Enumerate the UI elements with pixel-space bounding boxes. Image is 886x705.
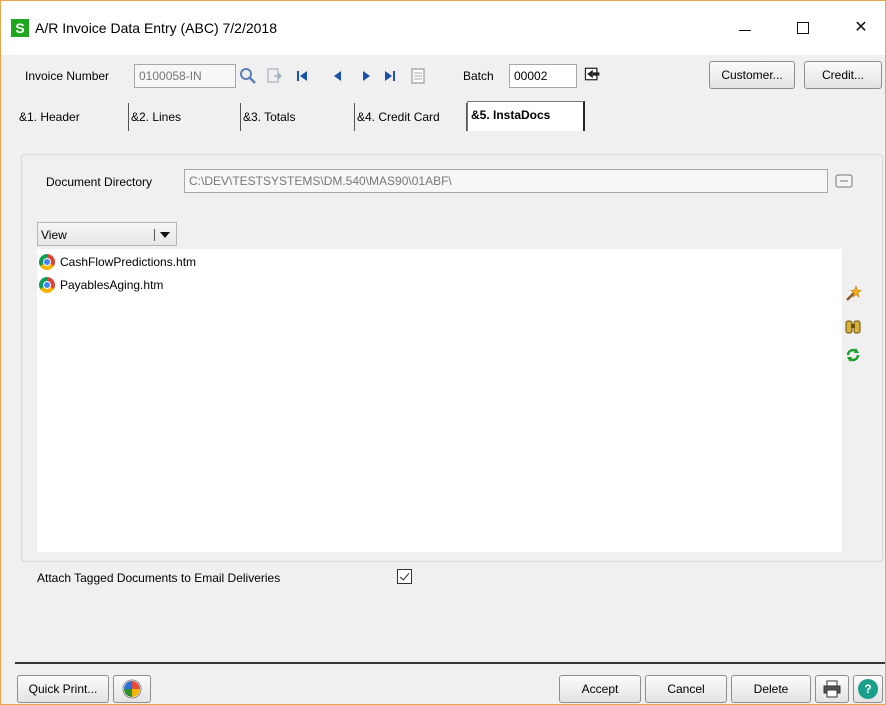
accept-button[interactable]: Accept bbox=[559, 675, 641, 703]
close-button[interactable]: ✕ bbox=[839, 13, 883, 43]
dropdown-separator bbox=[154, 229, 155, 241]
previous-record-icon[interactable] bbox=[329, 67, 347, 85]
document-directory-label: Document Directory bbox=[46, 175, 153, 189]
last-record-icon[interactable] bbox=[381, 67, 399, 85]
view-dropdown[interactable]: View bbox=[37, 222, 177, 246]
first-record-icon[interactable] bbox=[293, 67, 311, 85]
attach-documents-checkbox[interactable] bbox=[397, 569, 412, 584]
document-directory-field[interactable]: C:\DEV\TESTSYSTEMS\DM.540\MAS90\01ABF\ bbox=[184, 169, 828, 193]
document-name: PayablesAging.htm bbox=[60, 278, 164, 292]
chevron-down-icon bbox=[160, 232, 170, 238]
tab-lines[interactable]: &2. Lines bbox=[129, 103, 241, 131]
binoculars-icon[interactable] bbox=[843, 317, 863, 337]
browse-folder-icon[interactable] bbox=[835, 172, 853, 190]
next-record-icon[interactable] bbox=[357, 67, 375, 85]
tab-totals[interactable]: &3. Totals bbox=[241, 103, 355, 131]
printer-icon bbox=[823, 680, 841, 698]
batch-field[interactable]: 00002 bbox=[509, 64, 577, 88]
view-dropdown-value: View bbox=[41, 228, 67, 242]
attach-documents-label: Attach Tagged Documents to Email Deliver… bbox=[37, 571, 281, 585]
tab-credit-card[interactable]: &4. Credit Card bbox=[355, 103, 467, 131]
document-name: CashFlowPredictions.htm bbox=[60, 255, 197, 269]
lookup-icon[interactable] bbox=[239, 67, 257, 85]
print-button[interactable] bbox=[815, 675, 849, 703]
magic-wand-icon[interactable] bbox=[843, 285, 863, 305]
customer-button[interactable]: Customer... bbox=[709, 61, 795, 89]
list-item[interactable]: CashFlowPredictions.htm bbox=[39, 253, 196, 271]
cancel-button[interactable]: Cancel bbox=[645, 675, 727, 703]
help-button[interactable]: ? bbox=[853, 675, 883, 703]
app-logo-icon: S bbox=[11, 19, 29, 37]
refresh-icon[interactable] bbox=[843, 347, 863, 367]
batch-label: Batch bbox=[463, 69, 494, 83]
quick-print-button[interactable]: Quick Print... bbox=[17, 675, 109, 703]
window-title: A/R Invoice Data Entry (ABC) 7/2/2018 bbox=[35, 20, 277, 36]
footer-divider bbox=[15, 662, 885, 664]
chrome-icon bbox=[39, 277, 55, 293]
document-list[interactable]: CashFlowPredictions.htm PayablesAging.ht… bbox=[37, 249, 842, 552]
help-icon: ? bbox=[858, 679, 878, 699]
copy-invoice-icon[interactable] bbox=[265, 67, 283, 85]
chrome-icon bbox=[39, 254, 55, 270]
memo-icon[interactable] bbox=[409, 67, 427, 85]
batch-lookup-icon[interactable] bbox=[583, 65, 601, 83]
credit-button[interactable]: Credit... bbox=[804, 61, 882, 89]
delete-button[interactable]: Delete bbox=[731, 675, 811, 703]
invoice-number-label: Invoice Number bbox=[25, 69, 110, 83]
invoice-number-field[interactable]: 0100058-IN bbox=[134, 64, 236, 88]
minimize-button[interactable] bbox=[723, 13, 767, 43]
help-options-button[interactable] bbox=[113, 675, 151, 703]
tab-header[interactable]: &1. Header bbox=[17, 103, 129, 131]
title-bar: S A/R Invoice Data Entry (ABC) 7/2/2018 … bbox=[1, 1, 885, 55]
list-item[interactable]: PayablesAging.htm bbox=[39, 276, 163, 294]
pinwheel-icon bbox=[122, 679, 142, 699]
maximize-button[interactable] bbox=[781, 13, 825, 43]
tab-instadocs[interactable]: &5. InstaDocs bbox=[467, 101, 585, 131]
invoice-window: S A/R Invoice Data Entry (ABC) 7/2/2018 … bbox=[0, 0, 886, 705]
